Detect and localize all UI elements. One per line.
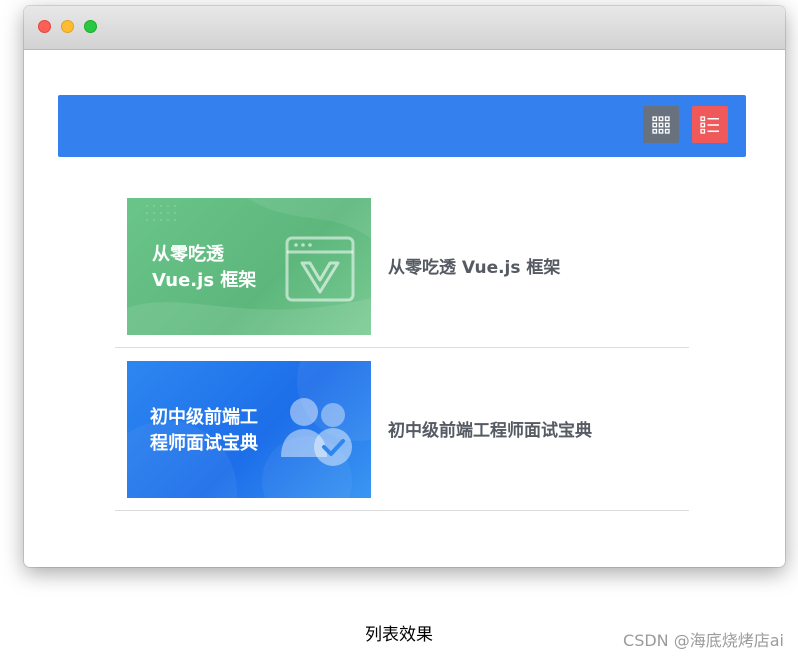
item-title[interactable]: 初中级前端工程师面试宝典 — [388, 416, 592, 441]
view-toolbar — [58, 95, 746, 157]
vue-browser-icon — [285, 236, 355, 302]
users-check-icon — [281, 398, 352, 466]
thumbnail-text: 从零吃透 Vue.js 框架 — [152, 242, 256, 294]
thumbnail-line: Vue.js 框架 — [152, 270, 257, 291]
app-window: 从零吃透 Vue.js 框架 从零吃透 Vue.js 框架 初中级前端工 程师面… — [24, 6, 785, 567]
course-list: 从零吃透 Vue.js 框架 从零吃透 Vue.js 框架 初中级前端工 程师面… — [115, 197, 689, 523]
close-window-button[interactable] — [38, 20, 51, 33]
thumbnail-line: 程师面试宝典 — [150, 433, 258, 454]
item-title[interactable]: 从零吃透 Vue.js 框架 — [388, 253, 560, 278]
watermark: CSDN @海底烧烤店ai — [623, 631, 784, 650]
thumbnail-text: 初中级前端工 程师面试宝典 — [150, 405, 258, 457]
list-view-icon — [700, 115, 719, 134]
grid-view-icon — [652, 115, 670, 134]
minimize-window-button[interactable] — [61, 20, 74, 33]
list-view-button[interactable] — [692, 106, 728, 143]
list-item[interactable]: 从零吃透 Vue.js 框架 从零吃透 Vue.js 框架 — [115, 197, 689, 348]
zoom-window-button[interactable] — [84, 20, 97, 33]
course-thumbnail[interactable]: 从零吃透 Vue.js 框架 — [127, 198, 371, 335]
thumbnail-line: 从零吃透 — [152, 244, 224, 265]
course-thumbnail[interactable]: 初中级前端工 程师面试宝典 — [127, 361, 371, 498]
thumbnail-line: 初中级前端工 — [150, 407, 258, 428]
list-item[interactable]: 初中级前端工 程师面试宝典 初中级前端工程师面试宝典 — [115, 360, 689, 511]
grid-view-button[interactable] — [643, 106, 679, 143]
title-bar — [24, 6, 785, 50]
